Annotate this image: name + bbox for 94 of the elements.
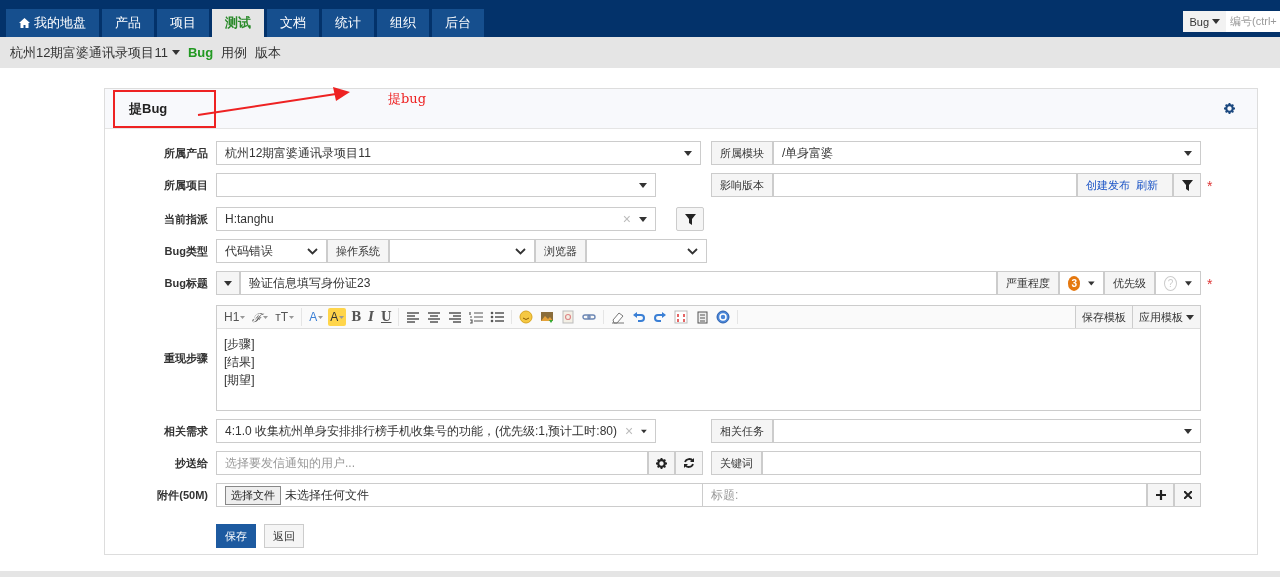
nav-tab[interactable]: 文档 (267, 9, 319, 37)
refresh-button[interactable] (675, 451, 703, 475)
format-button[interactable]: U (379, 308, 394, 326)
field-label: 所属项目 (163, 178, 208, 193)
plus-icon (1155, 490, 1166, 500)
product-switcher[interactable]: 杭州12期富婆通讯录项目11 (10, 43, 180, 62)
subnav-link[interactable]: 用例 (221, 43, 248, 62)
nav-tab[interactable]: 统计 (322, 9, 374, 37)
build-link[interactable]: 创建发布 (1086, 177, 1130, 193)
add-button[interactable] (1147, 483, 1174, 507)
caret-icon (641, 428, 647, 434)
chevron-icon (307, 247, 318, 255)
nav-tab[interactable]: 测试 (212, 9, 264, 37)
caret-icon (639, 216, 647, 222)
field-label: 影响版本 (711, 173, 773, 197)
nav-tab[interactable]: 后台 (432, 9, 484, 37)
field-label: Bug类型 (163, 244, 208, 259)
caret-icon (224, 280, 232, 286)
subnav-link[interactable]: 版本 (255, 43, 282, 62)
table-icon[interactable] (672, 310, 691, 324)
assignee-select[interactable]: H:tanghu × (216, 207, 656, 231)
field-label: 所属模块 (711, 141, 773, 165)
field-label: 浏览器 (535, 239, 586, 263)
nav-tab[interactable]: 我的地盘 (6, 9, 99, 37)
filter-button[interactable] (1173, 173, 1201, 197)
save-button[interactable]: 保存 (216, 524, 256, 548)
caret-icon (1184, 150, 1192, 156)
filter-icon (684, 213, 696, 225)
format-button[interactable]: I (366, 308, 376, 326)
module-select[interactable]: /单身富婆 (773, 141, 1201, 165)
format-button[interactable]: A (328, 308, 347, 326)
nav-tab[interactable]: 组织 (377, 9, 429, 37)
rich-text-editor[interactable]: H1 ℱ ᴛT A A B I U 保存模板 应用模板 [步骤] [结果] [期望] (216, 305, 1201, 411)
caret-icon (171, 50, 180, 55)
search-type-dropdown[interactable]: Bug (1183, 11, 1226, 32)
title-field[interactable]: 验证信息填写身份证23 (240, 271, 997, 295)
field-label: 当前指派 (163, 212, 208, 227)
format-button[interactable]: A (307, 308, 326, 326)
field-label: 所属产品 (163, 146, 208, 161)
remove-button[interactable] (1174, 483, 1201, 507)
smiley-icon[interactable] (517, 310, 536, 324)
settings-button[interactable] (648, 451, 675, 475)
product-select[interactable]: 杭州12期富婆通讯录项目11 (216, 141, 701, 165)
nav-tab[interactable]: 产品 (102, 9, 154, 37)
format-button[interactable]: ᴛT (273, 308, 297, 326)
field-label: 严重程度 (997, 271, 1059, 295)
story-select[interactable]: 4:1.0 收集杭州单身安排排行榜手机收集号的功能，(优先级:1,预计工时:80) × (216, 419, 656, 443)
editor-line: [步骤] (224, 336, 256, 353)
close-icon (1183, 491, 1192, 499)
required-mark: * (1207, 275, 1213, 294)
field-label: 关键词 (711, 451, 762, 475)
caret-icon (1212, 19, 1220, 24)
caret-icon (1088, 280, 1095, 286)
back-button[interactable]: 返回 (264, 524, 304, 548)
field-label: 相关任务 (711, 419, 773, 443)
field-label: 操作系统 (327, 239, 389, 263)
format-button[interactable]: B (349, 308, 364, 326)
build-link[interactable]: 刷新 (1136, 177, 1158, 193)
chevron-icon (515, 247, 526, 255)
editor-line: [结果] (224, 354, 256, 371)
bullet-list-icon[interactable] (488, 310, 507, 324)
annotation-text: 提bug (388, 90, 427, 108)
gear-icon (656, 457, 667, 469)
nav-tab[interactable]: 项目 (157, 9, 209, 37)
field-label: 相关需求 (163, 424, 208, 439)
format-button[interactable]: ℱ (250, 308, 271, 326)
format-button[interactable]: H1 (222, 308, 248, 326)
caret-icon (1184, 428, 1192, 434)
template-button[interactable]: 保存模板 (1075, 306, 1132, 328)
caret-icon (639, 182, 647, 188)
field-label: Bug标题 (163, 276, 208, 291)
build-field[interactable] (773, 173, 1077, 197)
help-icon[interactable] (714, 310, 733, 324)
title-color-button[interactable] (216, 271, 240, 295)
filter-icon (1181, 179, 1193, 191)
editor-line: [期望] (224, 372, 256, 389)
caret-icon (1185, 280, 1192, 286)
file-status: 未选择任何文件 (285, 486, 369, 504)
panel-title: 提Bug (129, 99, 168, 118)
field-label: 优先级 (1104, 271, 1155, 295)
bug-type-select[interactable]: 代码错误 (216, 239, 327, 263)
template-button[interactable]: 应用模板 (1132, 306, 1200, 328)
keywords-field[interactable] (762, 451, 1201, 475)
chevron-icon (687, 247, 698, 255)
field-label: 附件(50M) (156, 488, 208, 503)
caret-icon (684, 150, 692, 156)
field-label: 重现步骤 (163, 351, 208, 366)
filter-button[interactable] (676, 207, 704, 231)
refresh-icon (683, 457, 695, 469)
home-icon (19, 18, 30, 28)
required-mark: * (1207, 177, 1213, 196)
field-label: 抄送给 (174, 456, 208, 471)
settings-icon[interactable] (1224, 103, 1235, 114)
choose-file-button[interactable]: 选择文件 (225, 485, 281, 505)
